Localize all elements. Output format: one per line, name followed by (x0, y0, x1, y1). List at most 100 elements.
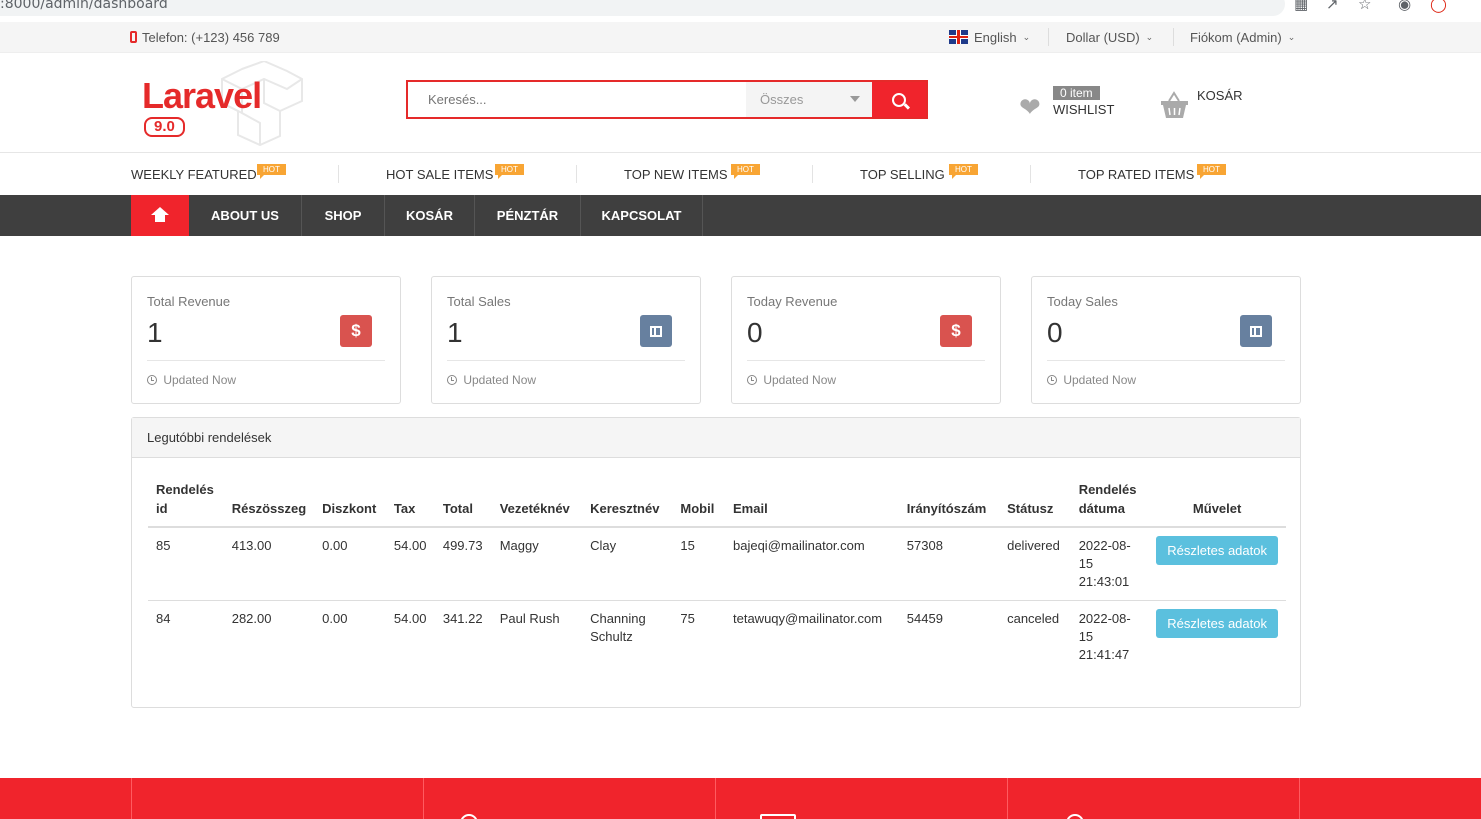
cell-discount: 0.00 (314, 527, 386, 601)
hot-badge: HOT (731, 164, 760, 179)
featured-top-selling[interactable]: TOP SELLING (860, 167, 945, 182)
cell-email: bajeqi@mailinator.com (725, 527, 899, 601)
cell-date: 2022-08-15 21:41:47 (1078, 611, 1131, 662)
site-logo[interactable]: Laravel 9.0 (142, 61, 307, 146)
account-label: Fiókom (Admin) (1190, 29, 1282, 45)
featured-weekly[interactable]: WEEKLY FEATURED (131, 167, 257, 182)
table-header-row: Rendelés id Részösszeg Diszkont Tax Tota… (148, 478, 1286, 528)
recent-orders-panel: Legutóbbi rendelések Rendelés id Részöss… (131, 417, 1301, 708)
cart-label: KOSÁR (1197, 88, 1243, 103)
address-bar[interactable] (0, 0, 1285, 16)
clock-icon (447, 375, 457, 385)
clock-icon (147, 375, 157, 385)
col-action: Művelet (1148, 478, 1286, 528)
basket-icon (1161, 91, 1188, 118)
share-icon[interactable]: ↗ (1326, 0, 1339, 13)
col-tax: Tax (385, 478, 435, 528)
stat-title: Total Revenue (147, 294, 231, 309)
clock-icon (1047, 375, 1057, 385)
cell-zip: 54459 (906, 611, 943, 626)
nav-checkout[interactable]: PÉNZTÁR (475, 195, 581, 236)
dollar-icon: $ (940, 315, 972, 347)
dropdown-arrow-icon (850, 96, 860, 102)
stat-title: Today Sales (1047, 294, 1118, 309)
search-input[interactable] (408, 82, 746, 117)
table-row: 84 282.00 0.00 54.00 341.22 Paul Rush Ch… (148, 601, 1286, 674)
phone-icon (130, 31, 137, 43)
translate-icon[interactable]: ▦ (1294, 0, 1308, 13)
cell-subtotal: 282.00 (231, 611, 272, 626)
opera-icon[interactable]: ◯ (1430, 0, 1447, 13)
col-zip: Irányítószám (898, 478, 1000, 528)
search-category-select[interactable]: Összes (746, 82, 872, 117)
cell-mobile: 75 (680, 611, 695, 626)
nav-about-us[interactable]: ABOUT US (189, 195, 302, 236)
cell-firstname: Clay (582, 527, 673, 601)
currency-selector[interactable]: Dollar (USD) ⌄ (1066, 22, 1153, 52)
footer-box (715, 778, 1007, 819)
table-row: 85 413.00 0.00 54.00 499.73 Maggy Clay 1… (148, 527, 1286, 601)
nav-contact[interactable]: KAPCSOLAT (581, 195, 703, 236)
nav-cart[interactable]: KOSÁR (385, 195, 475, 236)
cell-lastname: Paul Rush (499, 611, 560, 626)
main-nav: ABOUT US SHOP KOSÁR PÉNZTÁR KAPCSOLAT (0, 195, 1481, 236)
search-icon (892, 92, 906, 107)
cell-status: canceled (1007, 611, 1060, 626)
currency-label: Dollar (USD) (1066, 29, 1140, 45)
chevron-down-icon: ⌄ (1145, 31, 1154, 42)
language-selector[interactable]: English ⌄ (949, 22, 1030, 52)
logo-version: 9.0 (144, 117, 185, 137)
stat-value: 1 (147, 317, 163, 348)
details-button[interactable]: Részletes adatok (1156, 609, 1278, 638)
cell-mobile: 15 (672, 527, 725, 601)
chevron-down-icon: ⌄ (1022, 31, 1031, 42)
stat-title: Total Sales (447, 294, 511, 309)
site-header: Laravel 9.0 Összes ❤ 0 item WISHLIST KOS… (0, 53, 1481, 153)
cell-total: 499.73 (434, 527, 492, 601)
featured-top-rated[interactable]: TOP RATED ITEMS (1078, 167, 1194, 182)
footer-box (1007, 778, 1300, 819)
hot-badge: HOT (1197, 164, 1226, 179)
cell-discount: 0.00 (322, 611, 348, 626)
browser-toolbar: :8000/admin/dashboard ▦ ↗ ☆ ◉ ◯ (0, 0, 1481, 20)
account-menu[interactable]: Fiókom (Admin) ⌄ (1190, 22, 1295, 52)
details-button[interactable]: Részletes adatok (1156, 536, 1278, 565)
stat-footer: Updated Now (1047, 373, 1136, 387)
stat-footer: Updated Now (147, 373, 236, 387)
phone-info: Telefon: (+123) 456 789 (130, 30, 280, 45)
footer-box (131, 778, 423, 819)
url-text[interactable]: :8000/admin/dashboard (0, 0, 168, 12)
cell-firstname: Channing Schultz (590, 611, 646, 644)
gift-icon (640, 315, 672, 347)
featured-top-new[interactable]: TOP NEW ITEMS (624, 167, 728, 182)
panel-title: Legutóbbi rendelések (132, 418, 1300, 458)
stat-value: 1 (447, 317, 463, 348)
stat-value: 0 (1047, 317, 1063, 348)
cell-action: Részletes adatok (1148, 601, 1286, 674)
orders-table: Rendelés id Részösszeg Diszkont Tax Tota… (148, 478, 1286, 673)
search-button[interactable] (872, 82, 926, 117)
cell-status: delivered (999, 527, 1071, 601)
bookmark-star-icon[interactable]: ☆ (1358, 0, 1371, 13)
nav-shop[interactable]: SHOP (302, 195, 385, 236)
stat-card-total-sales: Total Sales 1 Updated Now (431, 276, 701, 404)
stat-card-today-sales: Today Sales 0 Updated Now (1031, 276, 1301, 404)
cell-order-id: 84 (156, 611, 171, 626)
col-mobile: Mobil (672, 478, 725, 528)
cell-lastname: Maggy (491, 527, 583, 601)
featured-links-bar: WEEKLY FEATURED HOT HOT SALE ITEMS HOT T… (0, 154, 1481, 195)
nav-home[interactable] (131, 195, 189, 236)
cell-zip: 57308 (898, 527, 1000, 601)
cell-subtotal: 413.00 (223, 527, 315, 601)
stat-value: 0 (747, 317, 763, 348)
gift-icon (1240, 315, 1272, 347)
col-discount: Diszkont (314, 478, 386, 528)
featured-hot-sale[interactable]: HOT SALE ITEMS (386, 167, 493, 182)
col-firstname: Keresztnév (582, 478, 673, 528)
col-email: Email (725, 478, 899, 528)
top-info-bar: Telefon: (+123) 456 789 English ⌄ Dollar… (0, 22, 1481, 53)
cell-email: tetawuqy@mailinator.com (733, 611, 883, 626)
wishlist-label: WISHLIST (1053, 102, 1115, 117)
stat-card-total-revenue: Total Revenue 1 $ Updated Now (131, 276, 401, 404)
extension-icon[interactable]: ◉ (1398, 0, 1411, 13)
